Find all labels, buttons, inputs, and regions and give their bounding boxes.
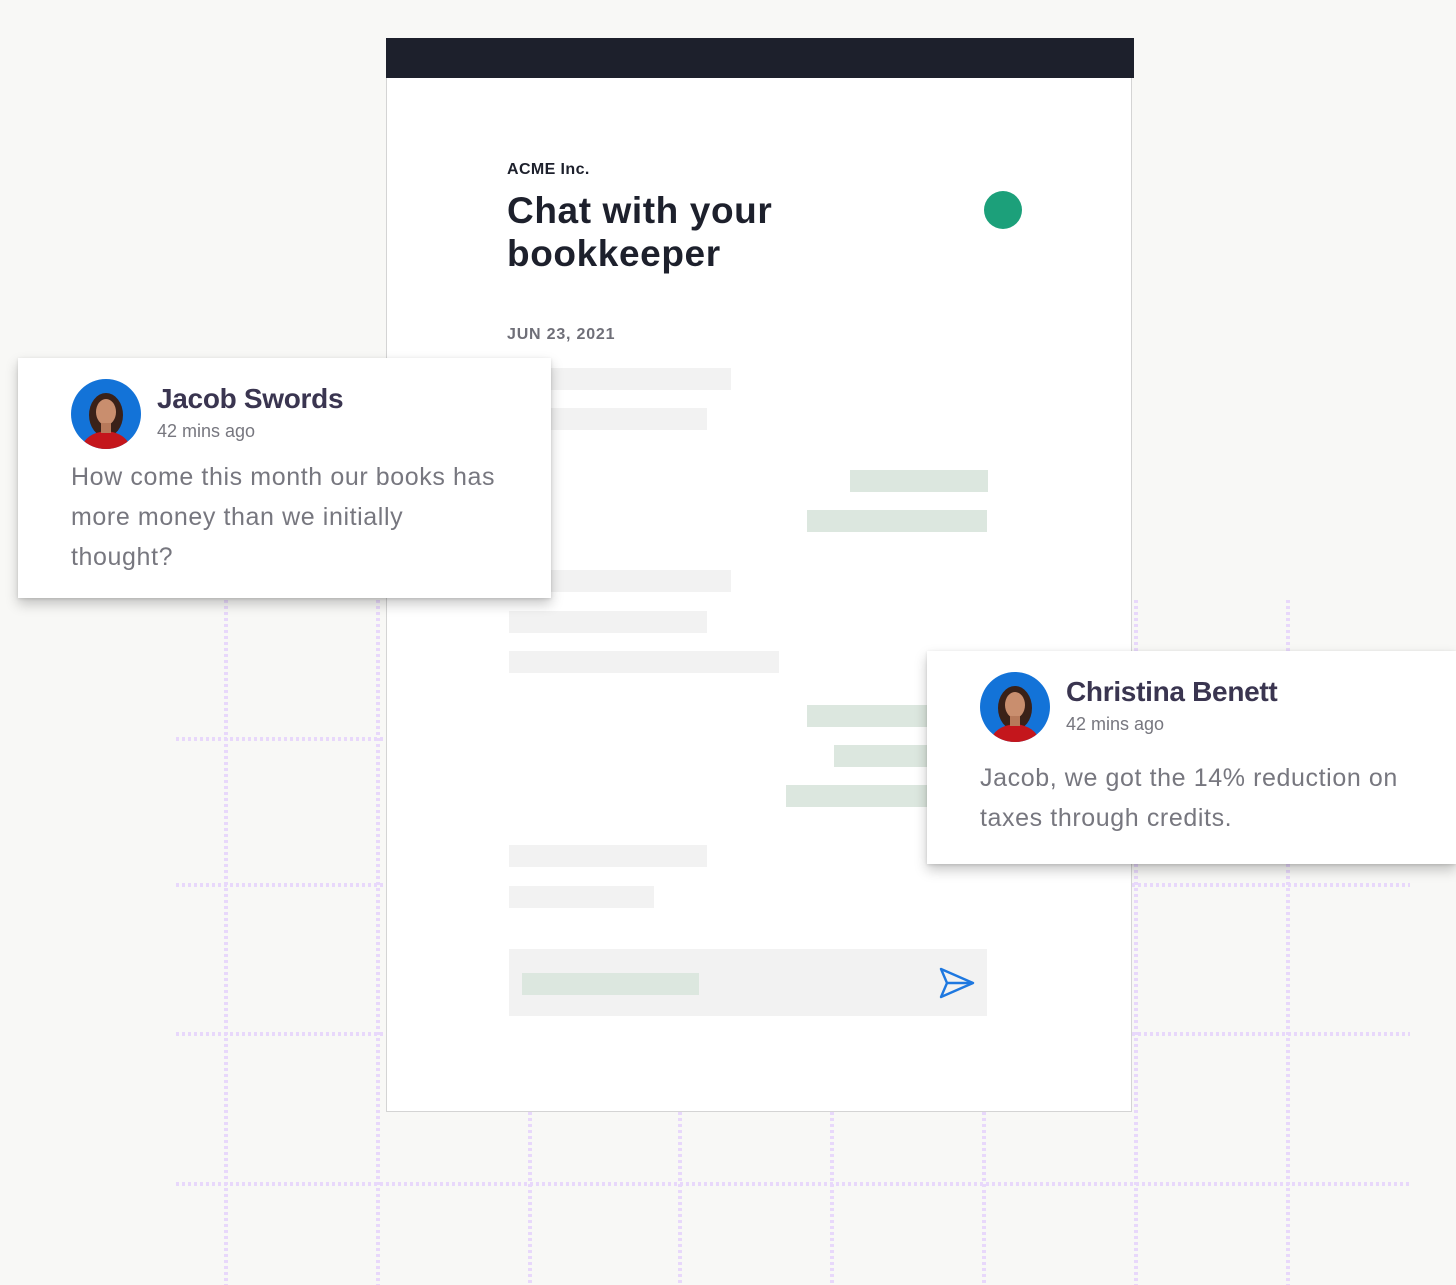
window-title-bar (386, 38, 1134, 78)
commenter-name: Jacob Swords (157, 383, 344, 414)
page-title: Chat with your bookkeeper (507, 190, 773, 274)
stage: ACME Inc. Chat with your bookkeeper JUN … (0, 0, 1456, 1285)
online-status-indicator (984, 191, 1022, 229)
comment-message: Jacob, we got the 14% reduction on taxes… (980, 764, 1398, 832)
incoming-message-placeholder (509, 611, 707, 633)
avatar (71, 379, 141, 449)
comment-timestamp: 42 mins ago (1066, 714, 1165, 734)
incoming-message-placeholder (509, 886, 654, 908)
message-input[interactable] (522, 973, 699, 995)
comment-timestamp: 42 mins ago (157, 421, 256, 441)
conversation-date: JUN 23, 2021 (507, 326, 616, 343)
incoming-message-placeholder (509, 845, 707, 867)
comment-card: Jacob Swords 42 mins ago How come this m… (18, 358, 551, 598)
avatar (980, 672, 1050, 742)
send-icon (939, 967, 975, 999)
comment-message: How come this month our books has more m… (71, 463, 496, 571)
commenter-name: Christina Benett (1066, 676, 1278, 707)
company-name: ACME Inc. (507, 161, 590, 178)
outgoing-message-placeholder (850, 470, 988, 492)
send-button[interactable] (937, 965, 977, 1001)
message-composer (509, 949, 987, 1016)
incoming-message-placeholder (509, 651, 779, 673)
outgoing-message-placeholder (807, 510, 987, 532)
comment-card: Christina Benett 42 mins ago Jacob, we g… (927, 651, 1456, 864)
